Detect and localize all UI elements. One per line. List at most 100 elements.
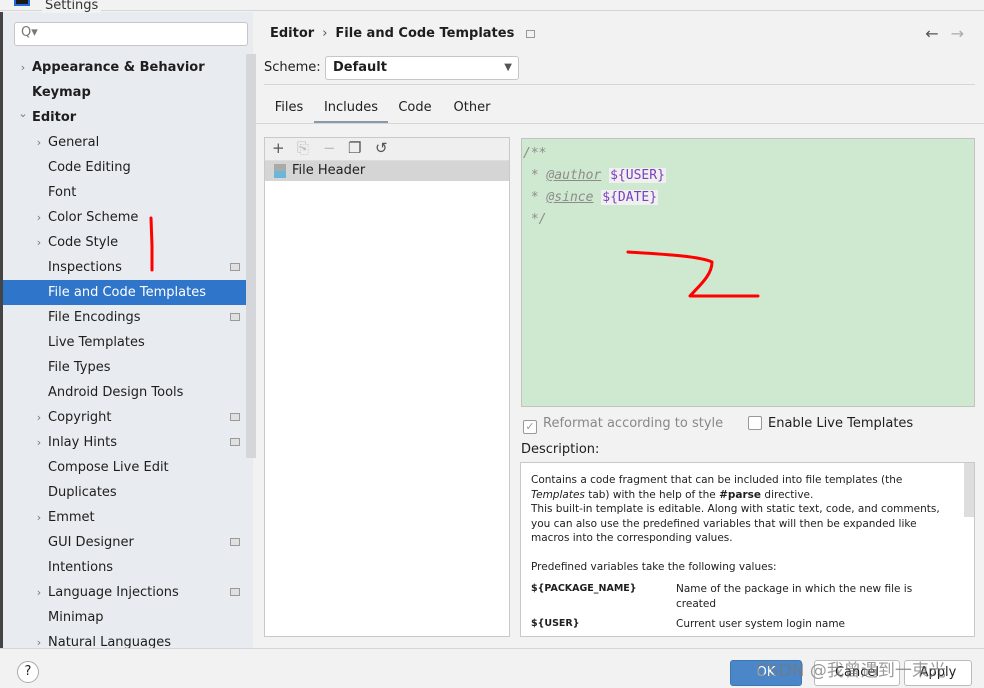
- sidebar-item-label: Duplicates: [48, 485, 117, 500]
- cancel-button[interactable]: Cancel: [814, 660, 900, 686]
- sidebar-item-language-injections[interactable]: › Language Injections: [3, 580, 256, 605]
- sidebar-item-label: Appearance & Behavior: [32, 60, 205, 75]
- project-scope-icon: [230, 588, 240, 596]
- sidebar-item-android-design-tools[interactable]: Android Design Tools: [3, 380, 256, 405]
- checkbox-label: Reformat according to style: [543, 416, 724, 431]
- text: Contains a code fragment that can be inc…: [531, 474, 903, 486]
- help-button[interactable]: ?: [17, 661, 39, 683]
- code-line: * @since ${DATE}: [523, 187, 974, 209]
- sidebar-item-label: Code Editing: [48, 160, 131, 175]
- sidebar-item-label: Code Style: [48, 235, 119, 250]
- divider: [253, 123, 984, 124]
- sidebar-item-copyright[interactable]: › Copyright: [3, 405, 256, 430]
- ok-button[interactable]: OK: [730, 660, 802, 686]
- tab-label: Code: [398, 100, 432, 115]
- code-tag: @author: [546, 168, 602, 183]
- forward-arrow-icon[interactable]: →: [951, 24, 964, 43]
- scheme-label: Scheme:: [264, 60, 321, 75]
- breadcrumb-editor[interactable]: Editor: [270, 26, 314, 41]
- sidebar-item-live-templates[interactable]: Live Templates: [3, 330, 256, 355]
- code-text: *: [523, 190, 547, 205]
- sidebar-item-inlay-hints[interactable]: › Inlay Hints: [3, 430, 256, 455]
- sidebar-item-appearance-behavior[interactable]: › Appearance & Behavior: [3, 55, 256, 80]
- sidebar-item-intentions[interactable]: Intentions: [3, 555, 256, 580]
- chevron-down-icon: ▼: [504, 62, 512, 73]
- code-text: *: [523, 168, 547, 183]
- sidebar-item-emmet[interactable]: › Emmet: [3, 505, 256, 530]
- description-scrollbar[interactable]: [964, 463, 974, 517]
- chevron-right-icon[interactable]: ›: [33, 430, 45, 455]
- sidebar-item-color-scheme[interactable]: › Color Scheme: [3, 205, 256, 230]
- sidebar-item-file-encodings[interactable]: File Encodings: [3, 305, 256, 330]
- add-icon[interactable]: +: [272, 139, 285, 157]
- scheme-dropdown[interactable]: Default ▼: [325, 56, 519, 80]
- enable-live-templates-checkbox[interactable]: Enable Live Templates: [748, 416, 913, 432]
- list-item[interactable]: File Header: [265, 161, 509, 181]
- back-arrow-icon[interactable]: ←: [925, 24, 938, 43]
- chevron-right-icon[interactable]: ›: [17, 55, 29, 80]
- remove-icon[interactable]: −: [323, 139, 336, 157]
- copy-icon[interactable]: ❐: [348, 139, 361, 157]
- chevron-right-icon[interactable]: ›: [33, 205, 45, 230]
- tab-files[interactable]: Files: [264, 96, 314, 124]
- sidebar-item-inspections[interactable]: Inspections: [3, 255, 256, 280]
- text: This built-in template is editable. Alon…: [531, 503, 940, 544]
- chevron-right-icon[interactable]: ›: [33, 580, 45, 605]
- sidebar-item-label: Keymap: [32, 85, 91, 100]
- sidebar-item-compose-live-edit[interactable]: Compose Live Edit: [3, 455, 256, 480]
- tab-code[interactable]: Code: [388, 96, 442, 124]
- variable-desc: Name of the package in which the new fil…: [676, 583, 913, 610]
- template-editor[interactable]: /** * @author ${USER} * @since ${DATE} *…: [521, 138, 975, 407]
- code-line: * @author ${USER}: [523, 165, 974, 187]
- sidebar-item-code-style[interactable]: › Code Style: [3, 230, 256, 255]
- project-scope-icon: [230, 438, 240, 446]
- code-line: */: [523, 212, 547, 227]
- sidebar-item-editor[interactable]: ⌄ Editor: [3, 105, 256, 130]
- project-scope-icon: [230, 538, 240, 546]
- sidebar-item-label: Language Injections: [48, 585, 179, 600]
- sidebar-item-label: Compose Live Edit: [48, 460, 169, 475]
- sidebar-item-code-editing[interactable]: Code Editing: [3, 155, 256, 180]
- search-input[interactable]: Q▾: [14, 22, 248, 46]
- code-line: /**: [523, 146, 547, 161]
- breadcrumb-current: File and Code Templates: [335, 26, 515, 41]
- sidebar-item-minimap[interactable]: Minimap: [3, 605, 256, 630]
- sidebar-item-file-and-code-templates[interactable]: File and Code Templates: [3, 280, 256, 305]
- sidebar-item-label: Inspections: [48, 260, 122, 275]
- search-icon: Q▾: [21, 25, 38, 40]
- chevron-right-icon[interactable]: ›: [33, 130, 45, 155]
- navigation: ← →: [925, 24, 964, 43]
- sidebar-item-label: Live Templates: [48, 335, 145, 350]
- project-scope-icon: [526, 29, 536, 38]
- apply-button[interactable]: Apply: [904, 660, 972, 686]
- chevron-right-icon[interactable]: ›: [33, 505, 45, 530]
- variable-desc: Current user system login name: [676, 618, 846, 630]
- sidebar-item-gui-designer[interactable]: GUI Designer: [3, 530, 256, 555]
- variable-row: ${USER} Current user system login name: [531, 617, 944, 632]
- sidebar-item-label: GUI Designer: [48, 535, 134, 550]
- sidebar-item-font[interactable]: Font: [3, 180, 256, 205]
- sidebar-item-duplicates[interactable]: Duplicates: [3, 480, 256, 505]
- dialog-footer: ? OK Cancel Apply: [0, 648, 984, 688]
- sidebar-item-label: Emmet: [48, 510, 95, 525]
- list-item-label: File Header: [292, 163, 366, 178]
- sidebar-item-keymap[interactable]: Keymap: [3, 80, 256, 105]
- sidebar-item-file-types[interactable]: File Types: [3, 355, 256, 380]
- checkbox-label: Enable Live Templates: [768, 416, 914, 431]
- text: #parse: [719, 488, 762, 501]
- code-tag: @since: [546, 190, 594, 205]
- reformat-checkbox[interactable]: ✓ Reformat according to style: [523, 416, 723, 434]
- checkbox-box: [748, 416, 762, 430]
- title-bar: Settings: [0, 0, 984, 13]
- chevron-right-icon[interactable]: ›: [33, 230, 45, 255]
- tab-includes[interactable]: Includes: [314, 96, 388, 124]
- chevron-down-icon[interactable]: ⌄: [17, 101, 29, 126]
- text: directive.: [761, 488, 814, 501]
- reset-icon[interactable]: ↺: [375, 139, 388, 157]
- settings-content: Editor › File and Code Templates ← → Scheme…: [253, 12, 984, 648]
- tab-other[interactable]: Other: [442, 96, 502, 124]
- sidebar-item-general[interactable]: › General: [3, 130, 256, 155]
- chevron-right-icon[interactable]: ›: [33, 405, 45, 430]
- add-child-icon[interactable]: ⎘: [297, 139, 309, 157]
- project-scope-icon: [230, 313, 240, 321]
